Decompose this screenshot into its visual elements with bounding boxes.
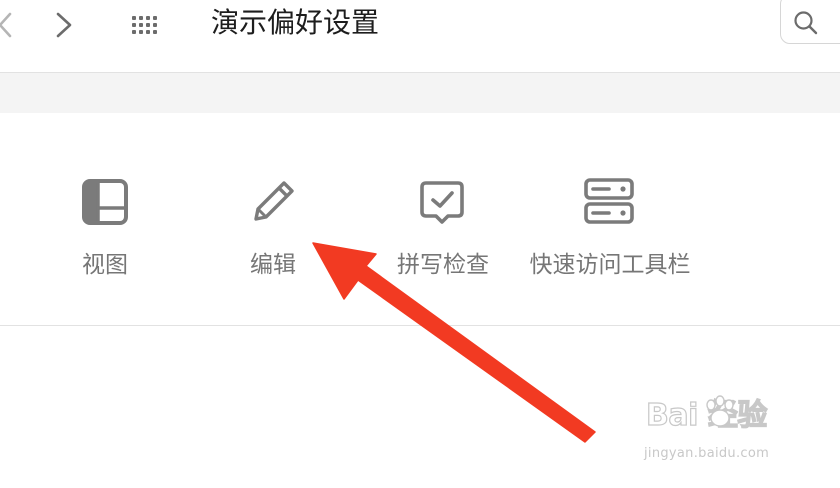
speech-checkmark-icon: [420, 181, 464, 224]
preferences-content: [0, 326, 840, 488]
tab-quick-access-toolbar[interactable]: 快速访问工具栏: [524, 163, 696, 283]
window-title: 演示偏好设置: [211, 6, 380, 39]
title-bar: 演示偏好设置: [0, 0, 840, 73]
chevron-left-icon: [0, 12, 12, 38]
show-all-grid-icon: [132, 16, 157, 34]
sidebar-layout-icon: [82, 179, 128, 225]
magnifier-icon: [794, 11, 818, 35]
tab-quick-access-toolbar-label: 快速访问工具栏: [529, 252, 691, 278]
tab-spell-check[interactable]: 拼写检查: [390, 163, 496, 283]
preferences-toolbar: 视图 编辑 拼写检查 快速访问工具栏: [0, 113, 840, 326]
back-button[interactable]: [0, 8, 22, 42]
tab-view-label: 视图: [82, 252, 128, 278]
toolbar-separator-band: [0, 73, 840, 113]
tab-edit-label: 编辑: [250, 252, 296, 278]
server-rack-icon: [584, 178, 634, 224]
show-all-button[interactable]: [129, 10, 163, 40]
tab-view[interactable]: 视图: [72, 163, 138, 283]
pencil-icon: [254, 181, 294, 221]
tab-edit[interactable]: 编辑: [240, 163, 306, 283]
forward-button[interactable]: [50, 8, 78, 42]
chevron-right-icon: [56, 12, 72, 38]
tab-spell-check-label: 拼写检查: [397, 252, 489, 278]
search-field[interactable]: [780, 0, 840, 44]
